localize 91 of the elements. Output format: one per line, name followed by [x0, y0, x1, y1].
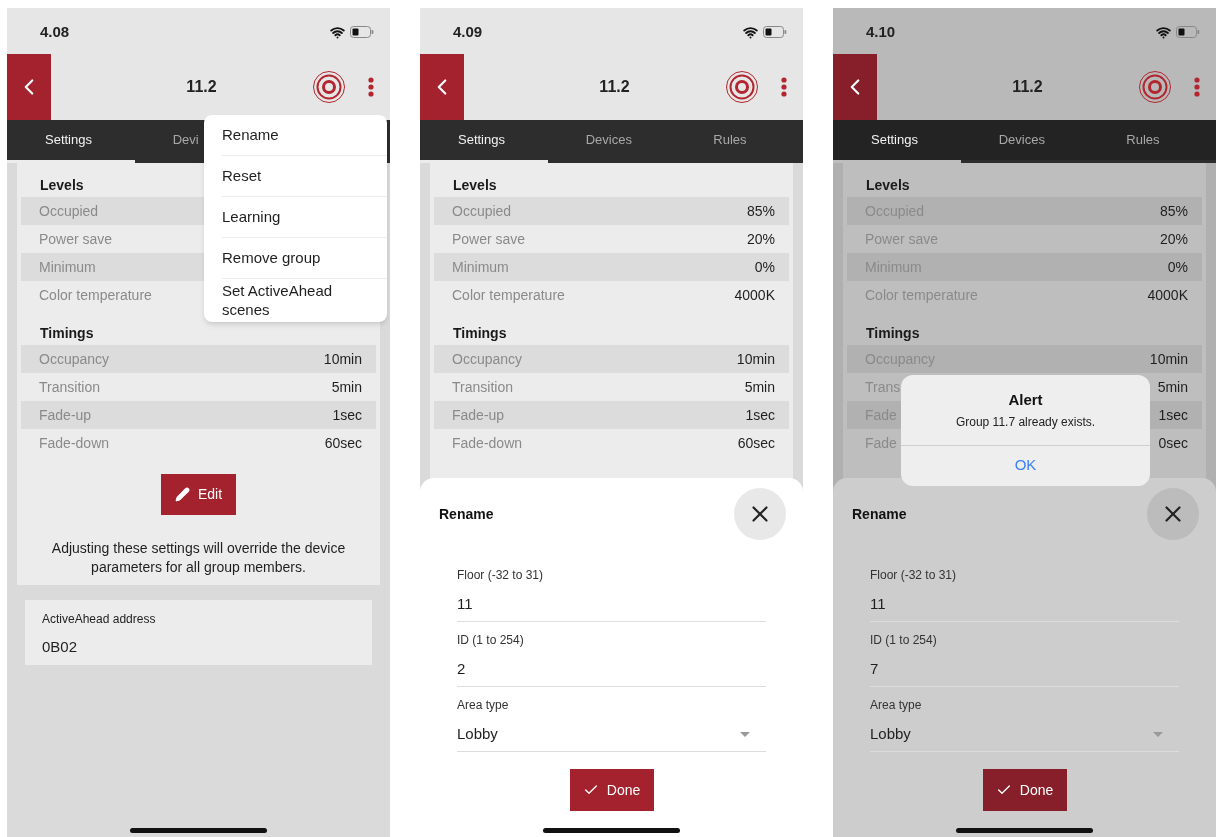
- setting-value: 60sec: [737, 433, 775, 453]
- sheet-title: Rename: [852, 504, 907, 524]
- input-field[interactable]: 2: [457, 657, 766, 687]
- setting-label: Transition: [39, 377, 100, 397]
- wifi-icon: [1156, 24, 1171, 40]
- edit-button[interactable]: Edit: [161, 474, 236, 515]
- setting-value: 5min: [331, 377, 362, 397]
- setting-label: Minimum: [39, 257, 96, 277]
- setting-label: Fade-up: [39, 405, 92, 425]
- screen-title: 11.2: [1012, 77, 1043, 97]
- dropdown-caret-icon: [740, 732, 750, 737]
- battery-icon: [1176, 26, 1200, 38]
- settings-note: Adjusting these settings will override the device parameters for all group members.: [50, 539, 347, 577]
- input-field[interactable]: 11: [457, 592, 766, 622]
- done-button[interactable]: Done: [569, 769, 654, 811]
- wifi-icon: [743, 24, 758, 40]
- screen-title: 11.2: [186, 77, 217, 97]
- field-label: Area type: [457, 697, 510, 714]
- section-heading: Levels: [453, 175, 497, 195]
- setting-label: Occupied: [452, 201, 512, 221]
- pencil-icon: [174, 487, 190, 502]
- setting-value: 4000K: [734, 285, 775, 305]
- wifi-icon: [330, 24, 345, 40]
- setting-label: Occupancy: [39, 349, 110, 369]
- setting-value: 10min: [323, 349, 362, 369]
- setting-value: 10min: [736, 349, 775, 369]
- setting-value: 1sec: [745, 405, 775, 425]
- setting-value: 1sec: [332, 405, 362, 425]
- more-menu-icon[interactable]: [1194, 77, 1200, 97]
- dropdown-caret-icon: [1153, 732, 1163, 737]
- setting-value: 20%: [1159, 229, 1188, 249]
- field-label: Area type: [870, 697, 923, 714]
- setting-label: Occupancy: [452, 349, 523, 369]
- battery-icon: [350, 26, 374, 38]
- setting-value: 20%: [746, 229, 775, 249]
- setting-value: 1sec: [1158, 405, 1188, 425]
- close-button[interactable]: [1147, 488, 1199, 540]
- field-label: Floor (-32 to 31): [457, 567, 545, 584]
- address-value: 0B02: [42, 637, 79, 657]
- select-field[interactable]: Lobby: [870, 722, 1179, 752]
- address-label: ActiveAhead address: [42, 611, 157, 628]
- more-menu-icon[interactable]: [368, 77, 374, 97]
- done-button[interactable]: Done: [982, 769, 1067, 811]
- field-label: Floor (-32 to 31): [870, 567, 958, 584]
- menu-item[interactable]: Remove group: [222, 238, 387, 278]
- setting-value: 10min: [1149, 349, 1188, 369]
- alert-message: Group 11.7 already exists.: [955, 413, 1096, 431]
- field-label: ID (1 to 254): [870, 632, 938, 649]
- close-button[interactable]: [734, 488, 786, 540]
- input-field[interactable]: 11: [870, 592, 1179, 622]
- sheet-title: Rename: [439, 504, 494, 524]
- section-heading: Timings: [40, 323, 94, 343]
- field-label: ID (1 to 254): [457, 632, 525, 649]
- status-time: 4.09: [453, 21, 483, 42]
- screen-title: 11.2: [599, 77, 630, 97]
- section-heading: Timings: [866, 323, 920, 343]
- status-time: 4.08: [40, 21, 70, 42]
- setting-value: 4000K: [1147, 285, 1188, 305]
- setting-label: Power save: [39, 229, 113, 249]
- target-icon[interactable]: [312, 70, 346, 104]
- status-time: 4.10: [866, 21, 896, 42]
- setting-value: 0%: [754, 257, 775, 277]
- menu-item[interactable]: Set ActiveAhead scenes: [222, 279, 387, 321]
- input-field[interactable]: 7: [870, 657, 1179, 687]
- setting-label: Occupied: [39, 201, 99, 221]
- section-heading: Levels: [40, 175, 84, 195]
- select-field[interactable]: Lobby: [457, 722, 766, 752]
- setting-value: 5min: [1157, 377, 1188, 397]
- setting-value: 0%: [1167, 257, 1188, 277]
- section-heading: Timings: [453, 323, 507, 343]
- setting-value: 85%: [746, 201, 775, 221]
- setting-label: Power save: [452, 229, 526, 249]
- battery-icon: [763, 26, 787, 38]
- setting-value: 85%: [1159, 201, 1188, 221]
- section-heading: Levels: [866, 175, 910, 195]
- setting-label: Color temperature: [452, 285, 565, 305]
- setting-label: Fade-up: [452, 405, 505, 425]
- menu-item[interactable]: Reset: [222, 156, 387, 196]
- target-icon[interactable]: [1138, 70, 1172, 104]
- setting-label: Transition: [452, 377, 513, 397]
- menu-item[interactable]: Learning: [222, 197, 387, 237]
- setting-label: Fade-down: [452, 433, 523, 453]
- more-menu-icon[interactable]: [781, 77, 787, 97]
- setting-label: Color temperature: [39, 285, 152, 305]
- alert-title: Alert: [1008, 390, 1043, 410]
- setting-label: Minimum: [452, 257, 509, 277]
- target-icon[interactable]: [725, 70, 759, 104]
- setting-value: 0sec: [1158, 433, 1188, 453]
- setting-value: 5min: [744, 377, 775, 397]
- setting-label: Fade-down: [39, 433, 110, 453]
- setting-value: 60sec: [324, 433, 362, 453]
